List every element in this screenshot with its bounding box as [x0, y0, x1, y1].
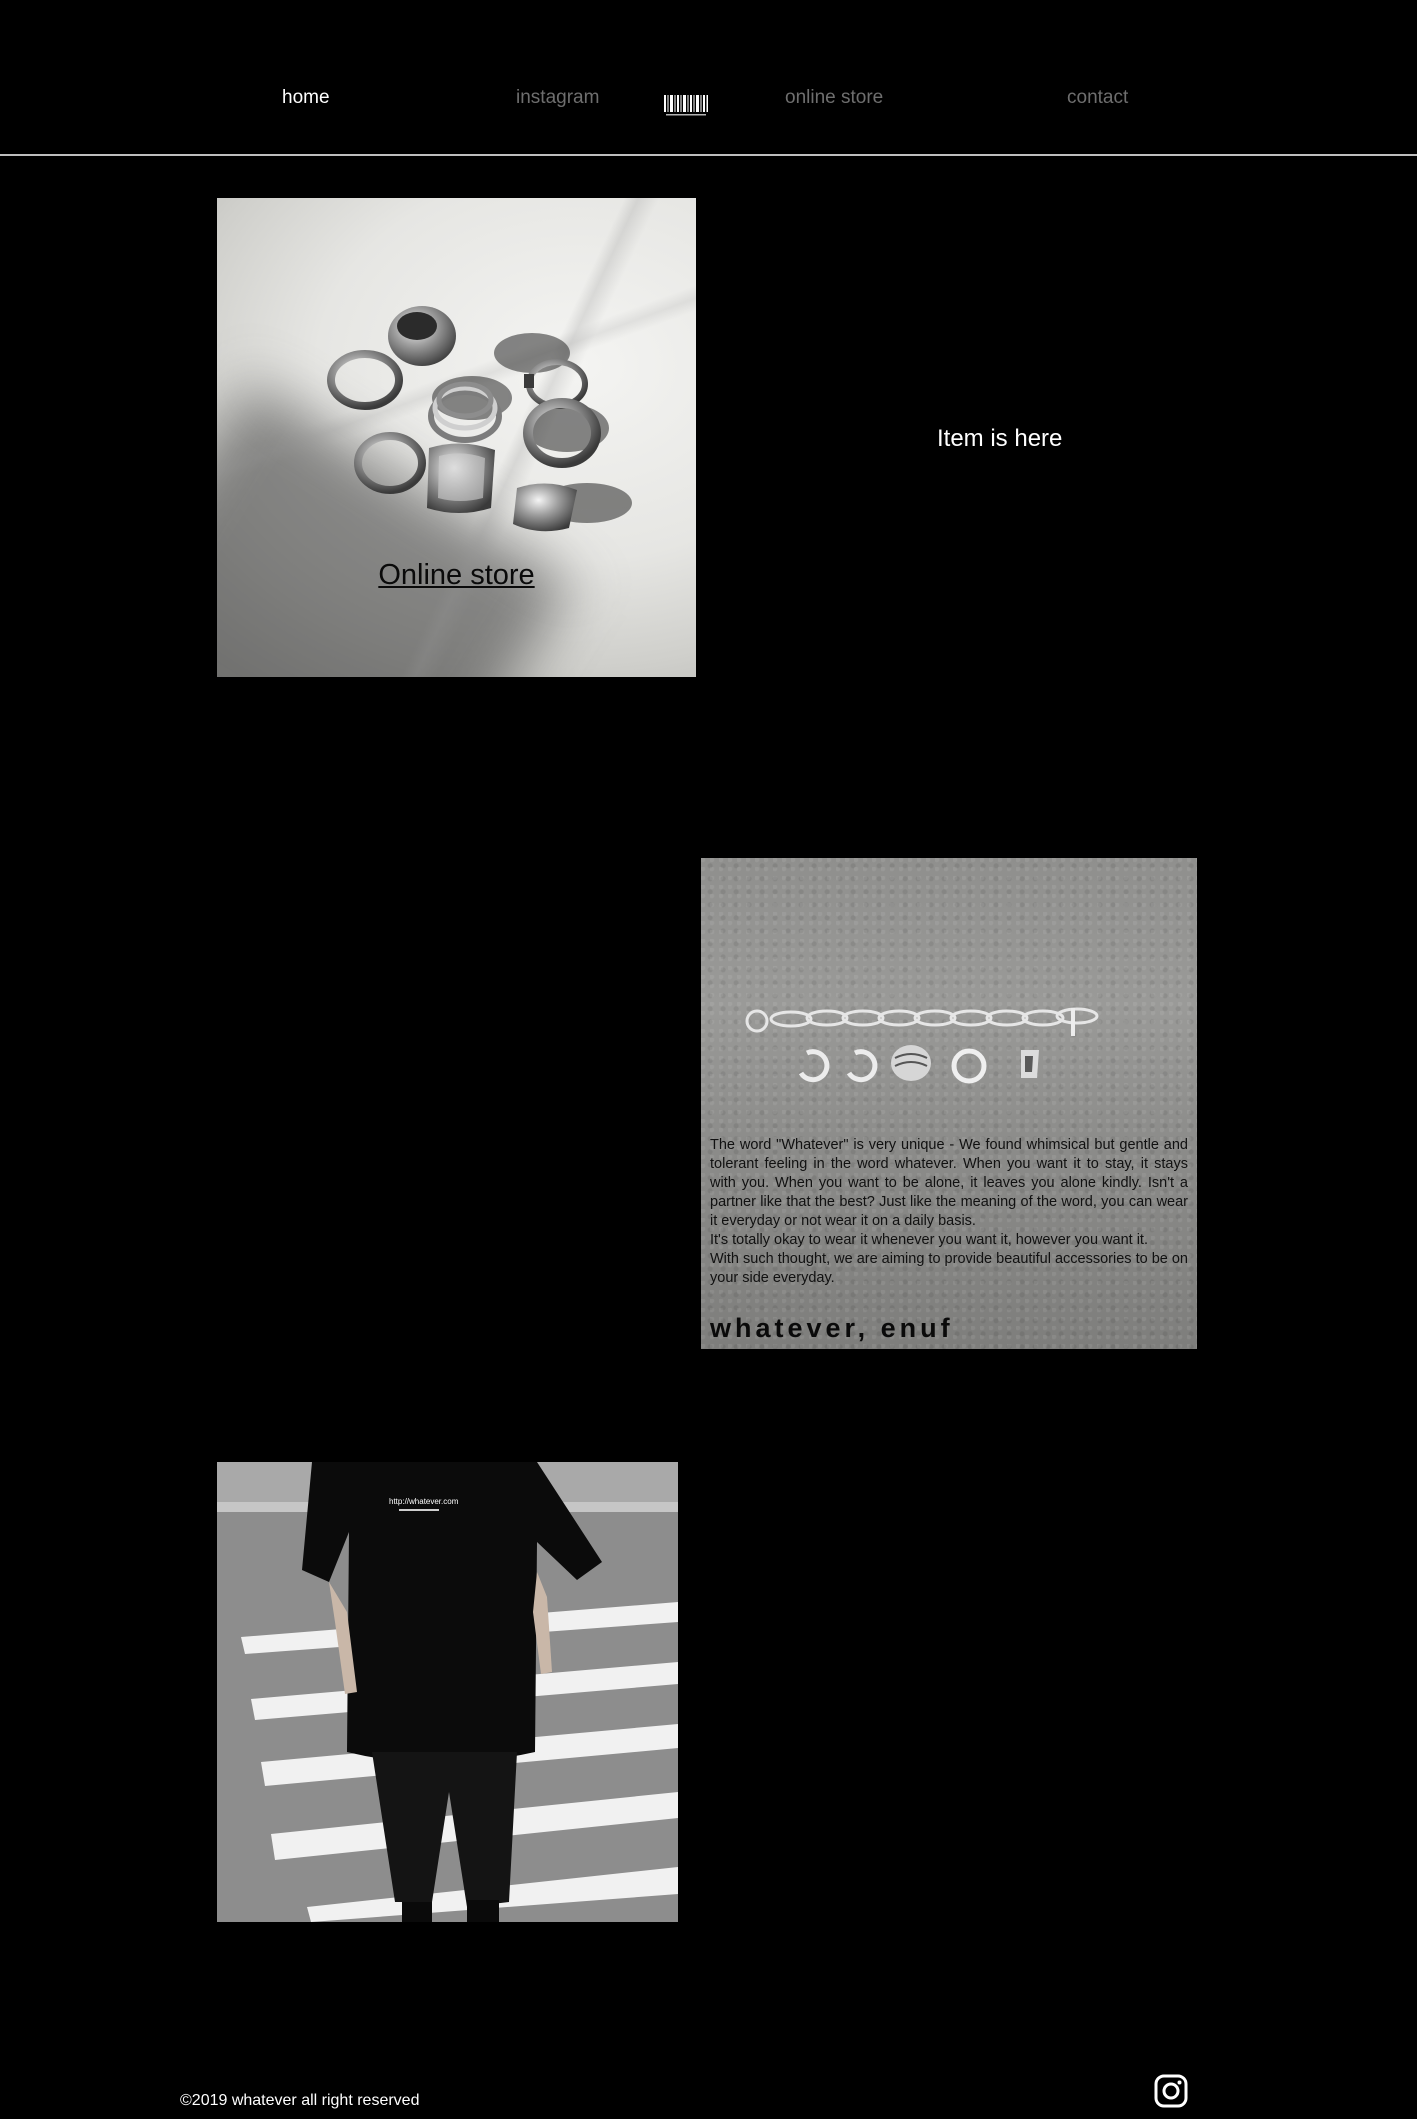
footer-copyright: ©2019 whatever all right reserved	[180, 2092, 420, 2109]
site-header: home instagram online store contact	[0, 0, 1417, 156]
online-store-link[interactable]: Online store	[217, 558, 696, 592]
rings-illustration	[327, 306, 632, 532]
barcode-logo-icon[interactable]	[663, 93, 709, 119]
street-illustration: http://whatever.com	[217, 1462, 678, 1922]
nav-instagram-link[interactable]: instagram	[516, 86, 599, 110]
item-is-here-label: Item is here	[937, 425, 1063, 452]
instagram-icon[interactable]	[1154, 2074, 1188, 2108]
nav-home-link[interactable]: home	[282, 86, 330, 110]
nav-online-store-link[interactable]: online store	[785, 86, 883, 110]
statement-paragraph-2: It's totally okay to wear it whenever yo…	[710, 1232, 1148, 1248]
nav-contact-link[interactable]: contact	[1067, 86, 1128, 110]
accessories-concrete-photo: The word "Whatever" is very unique - We …	[701, 858, 1197, 1349]
rings-photo[interactable]: Online store	[217, 198, 696, 677]
statement-paragraph-3: With such thought, we are aiming to prov…	[710, 1251, 1188, 1286]
street-tshirt-photo: http://whatever.com	[217, 1462, 678, 1922]
statement-paragraph-1: The word "Whatever" is very unique - We …	[710, 1137, 1188, 1229]
shirt-print-text: http://whatever.com	[389, 1497, 459, 1506]
brand-statement-text: The word "Whatever" is very unique - We …	[710, 1136, 1188, 1288]
brand-wordmark: whatever, enuf	[710, 1313, 954, 1343]
